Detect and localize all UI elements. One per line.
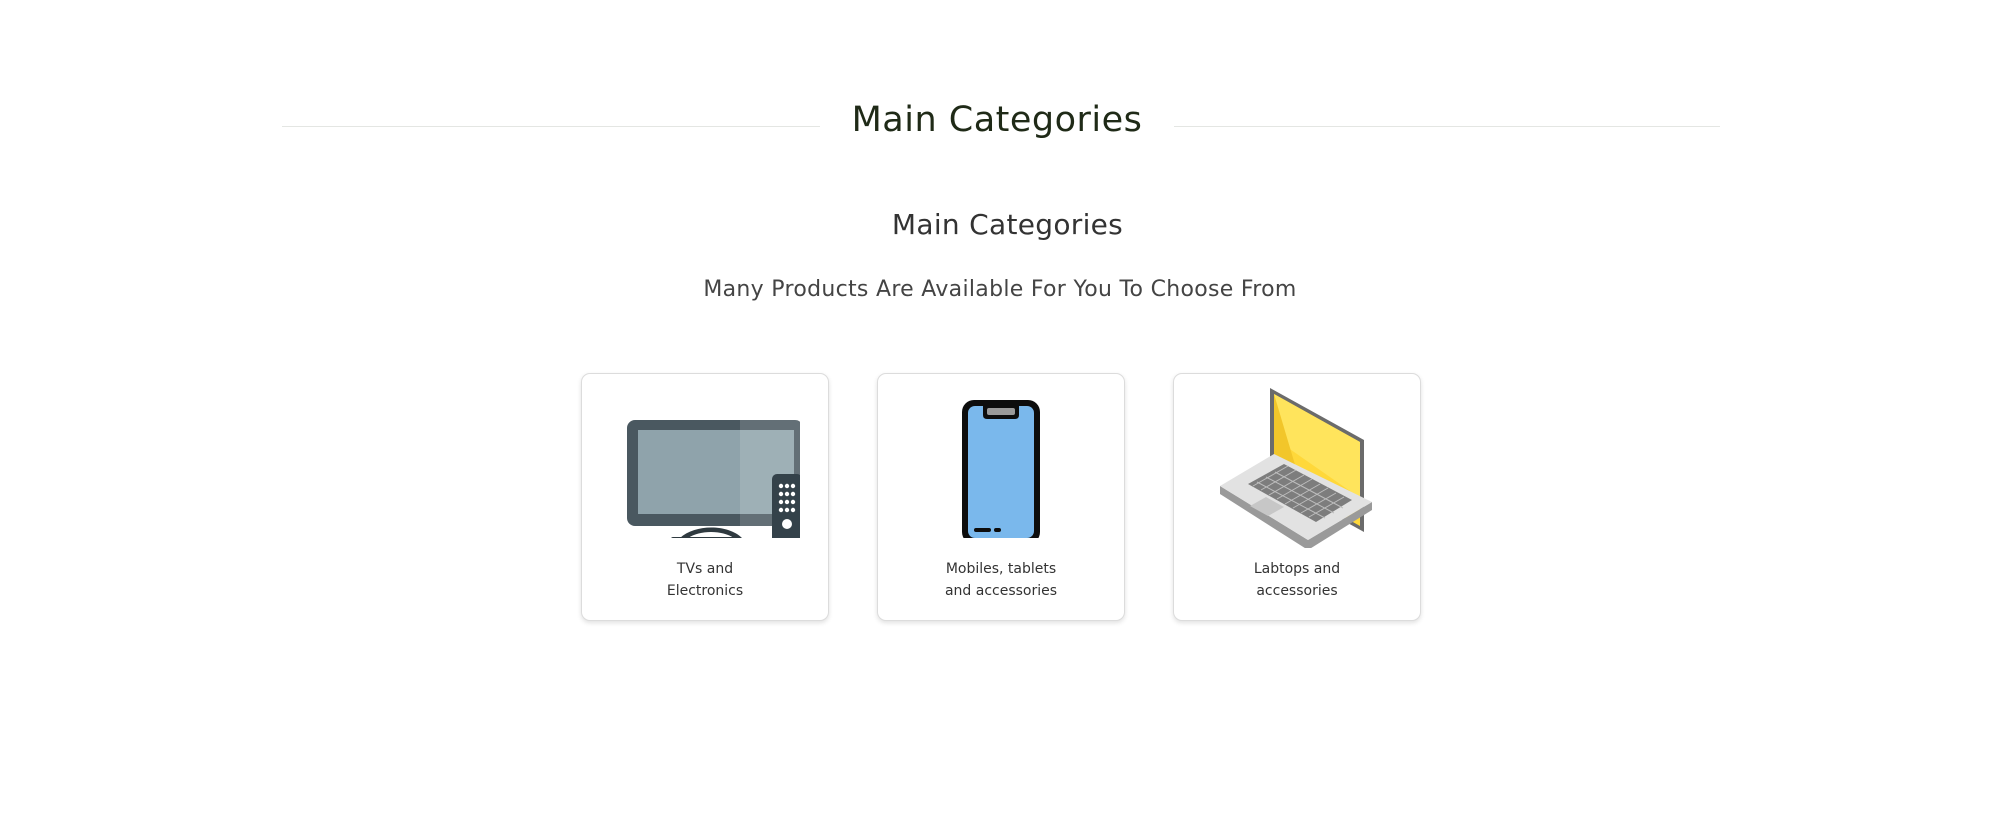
section-subtitle: Many Products Are Available For You To C…: [703, 277, 1297, 302]
divider-line-left: [282, 126, 820, 127]
category-card-laptops[interactable]: Labtops and accessories: [1173, 373, 1421, 621]
category-label: Labtops and accessories: [1253, 561, 1341, 599]
category-label: TVs and Electronics: [666, 561, 744, 599]
laptop-icon: [1174, 388, 1420, 548]
category-label: Mobiles, tablets and accessories: [944, 561, 1058, 599]
section-divider-header: Main Categories: [282, 92, 1720, 162]
divider-title: Main Categories: [851, 100, 1143, 140]
section-title: Main Categories: [891, 208, 1124, 241]
category-card-tvs[interactable]: TVs and Electronics: [581, 373, 829, 621]
smartphone-icon: [878, 388, 1124, 538]
category-cards: TVs and Electronics Mobiles, tablets and…: [581, 373, 1421, 623]
divider-line-right: [1174, 126, 1720, 127]
tv-remote-icon: [582, 388, 828, 538]
category-card-mobiles[interactable]: Mobiles, tablets and accessories: [877, 373, 1125, 621]
